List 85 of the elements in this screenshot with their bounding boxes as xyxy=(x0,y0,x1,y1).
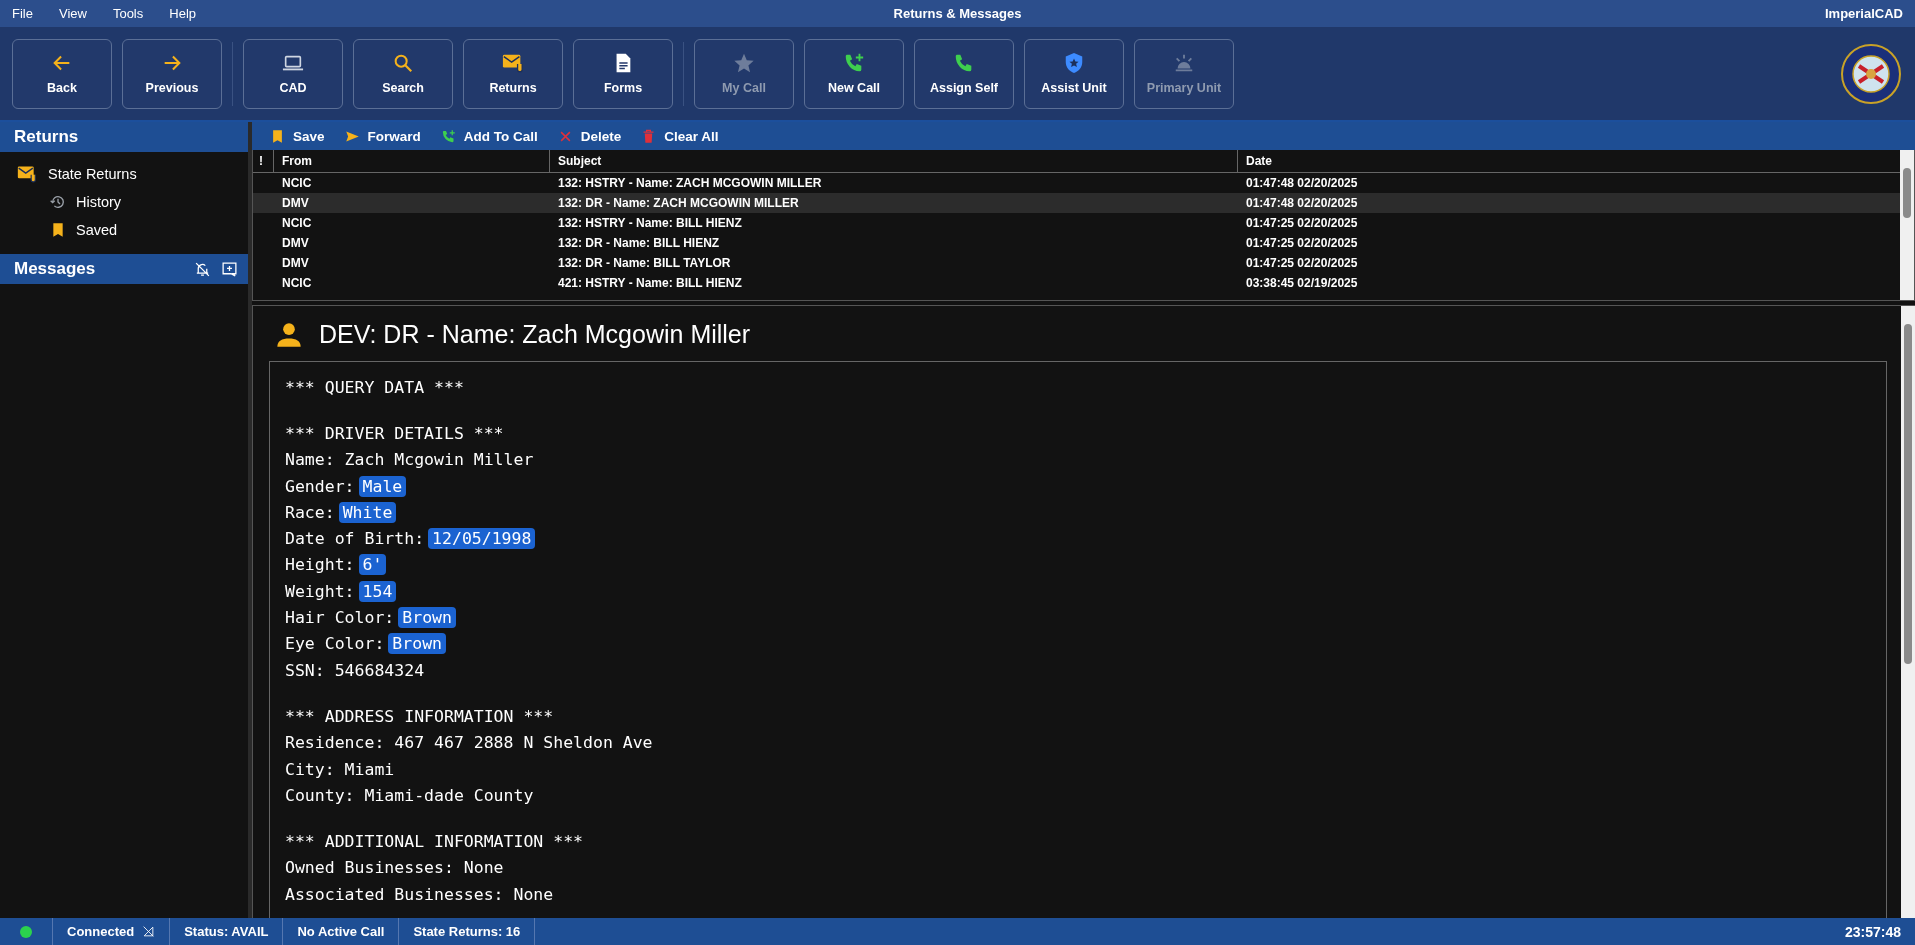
search-icon xyxy=(392,52,414,74)
field-value: 6' xyxy=(358,554,387,576)
tree-item[interactable]: State Returns xyxy=(0,160,248,188)
report-line: Name: Zach Mcgowin Miller xyxy=(285,449,535,472)
report-line: Owned Businesses: None xyxy=(285,857,505,880)
section-heading: *** ADDRESS INFORMATION *** xyxy=(285,705,555,728)
section-heading: *** DRIVER DETAILS *** xyxy=(285,422,505,445)
bookmark-icon xyxy=(270,128,285,144)
field-label: Eye Color: xyxy=(285,634,385,654)
field-value: Male xyxy=(358,475,407,497)
toolbar-button[interactable]: CAD xyxy=(243,38,343,109)
tree-item[interactable]: History xyxy=(0,188,248,216)
field-value: 12/05/1998 xyxy=(428,528,536,550)
call-status: No Active Call xyxy=(283,918,400,945)
field-label: Height: xyxy=(285,555,355,575)
toolbar-button[interactable]: Back xyxy=(12,38,112,109)
toolbar-button[interactable]: Returns xyxy=(463,38,563,109)
action-button[interactable]: Forward xyxy=(344,128,421,144)
window-title: Returns & Messages xyxy=(893,6,1022,21)
message-row[interactable]: NCIC 132: HSTRY - Name: ZACH MCGOWIN MILLER 01:47:48 02/20/2025 xyxy=(253,173,1900,193)
report-line: County: Miami-dade County xyxy=(285,784,535,807)
field-label: Race: xyxy=(285,502,335,522)
message-row[interactable]: DMV 132: DR - Name: BILL TAYLOR 01:47:25 02/20/2025 xyxy=(253,253,1900,273)
column-header[interactable]: Date xyxy=(1238,150,1900,172)
menu-item[interactable]: View xyxy=(58,6,87,21)
toolbar-button[interactable]: Assign Self xyxy=(914,38,1014,109)
star-icon xyxy=(733,52,755,74)
toolbar-button[interactable]: Assist Unit xyxy=(1024,38,1124,109)
record-title: DEV: DR - Name: Zach Mcgowin Miller xyxy=(319,320,751,349)
tree-item[interactable]: Saved xyxy=(0,216,248,244)
field-label: Date of Birth: xyxy=(285,529,425,549)
mail-attachment-icon xyxy=(16,164,38,184)
scrollbar[interactable] xyxy=(1901,306,1915,918)
toolbar-button[interactable]: Search xyxy=(353,38,453,109)
toolbar-button[interactable]: Previous xyxy=(122,38,222,109)
report-line: SSN: 546684324 xyxy=(285,659,426,682)
message-row[interactable]: NCIC 132: HSTRY - Name: BILL HIENZ 01:47:25 02/20/2025 xyxy=(253,213,1900,233)
history-icon xyxy=(50,194,66,210)
clock-time: 23:57:48 xyxy=(1844,923,1902,940)
mail-attachment-icon xyxy=(502,52,524,74)
toolbar-button[interactable]: New Call xyxy=(804,38,904,109)
report-line: City: Miami xyxy=(285,758,396,781)
message-row[interactable]: NCIC 421: HSTRY - Name: BILL HIENZ 03:38:45 02/19/2025 xyxy=(253,273,1900,293)
panel-header: Messages xyxy=(14,259,96,279)
unit-status: Status: AVAIL xyxy=(170,918,284,945)
scrollbar[interactable] xyxy=(1900,150,1914,300)
column-header[interactable]: ! xyxy=(253,150,274,172)
signal-icon xyxy=(142,925,156,938)
returns-count: State Returns: 16 xyxy=(399,918,536,945)
person-icon xyxy=(275,320,303,349)
trash-icon xyxy=(641,128,657,144)
app-name: ImperialCAD xyxy=(1824,6,1903,21)
seal-logo xyxy=(1841,43,1901,104)
column-header[interactable]: From xyxy=(274,150,550,172)
beacon-light-icon xyxy=(1173,52,1195,74)
field-value: White xyxy=(338,501,397,523)
field-value: 154 xyxy=(358,580,397,602)
bell-off-icon[interactable] xyxy=(194,260,211,278)
menu-item[interactable]: Tools xyxy=(112,6,144,21)
field-value: Brown xyxy=(398,607,456,628)
report-line: Residence: 467 467 2888 N Sheldon Ave xyxy=(285,732,654,755)
column-header[interactable]: Subject xyxy=(550,150,1238,172)
field-value: Brown xyxy=(388,633,446,655)
field-label: Gender: xyxy=(285,476,355,496)
add-message-icon[interactable] xyxy=(221,260,238,278)
action-button[interactable]: Clear All xyxy=(641,128,719,144)
field-label: Weight: xyxy=(285,581,355,601)
section-heading: *** ADDITIONAL INFORMATION *** xyxy=(285,831,584,854)
action-button[interactable]: Add To Call xyxy=(440,128,538,144)
panel-header: Returns xyxy=(0,122,248,152)
field-label: Hair Color: xyxy=(285,608,395,627)
bookmark-icon xyxy=(50,222,66,238)
shield-star-icon xyxy=(1063,52,1085,74)
phone-plus-icon xyxy=(440,128,456,144)
action-button[interactable]: Save xyxy=(270,128,325,144)
phone-plus-icon xyxy=(843,52,865,74)
section-heading: *** QUERY DATA *** xyxy=(285,376,465,399)
action-button[interactable]: Delete xyxy=(557,128,622,144)
message-row[interactable]: DMV 132: DR - Name: ZACH MCGOWIN MILLER 01:47:48 02/20/2025 xyxy=(253,193,1900,213)
connection-status: Connected xyxy=(67,924,135,939)
message-row[interactable]: DMV 132: DR - Name: BILL HIENZ 01:47:25 02/20/2025 xyxy=(253,233,1900,253)
menu-item[interactable]: Help xyxy=(169,6,196,21)
menu-item[interactable]: File xyxy=(12,6,33,21)
report-line: Associated Businesses: None xyxy=(285,883,555,906)
toolbar-button[interactable]: Forms xyxy=(573,38,673,109)
